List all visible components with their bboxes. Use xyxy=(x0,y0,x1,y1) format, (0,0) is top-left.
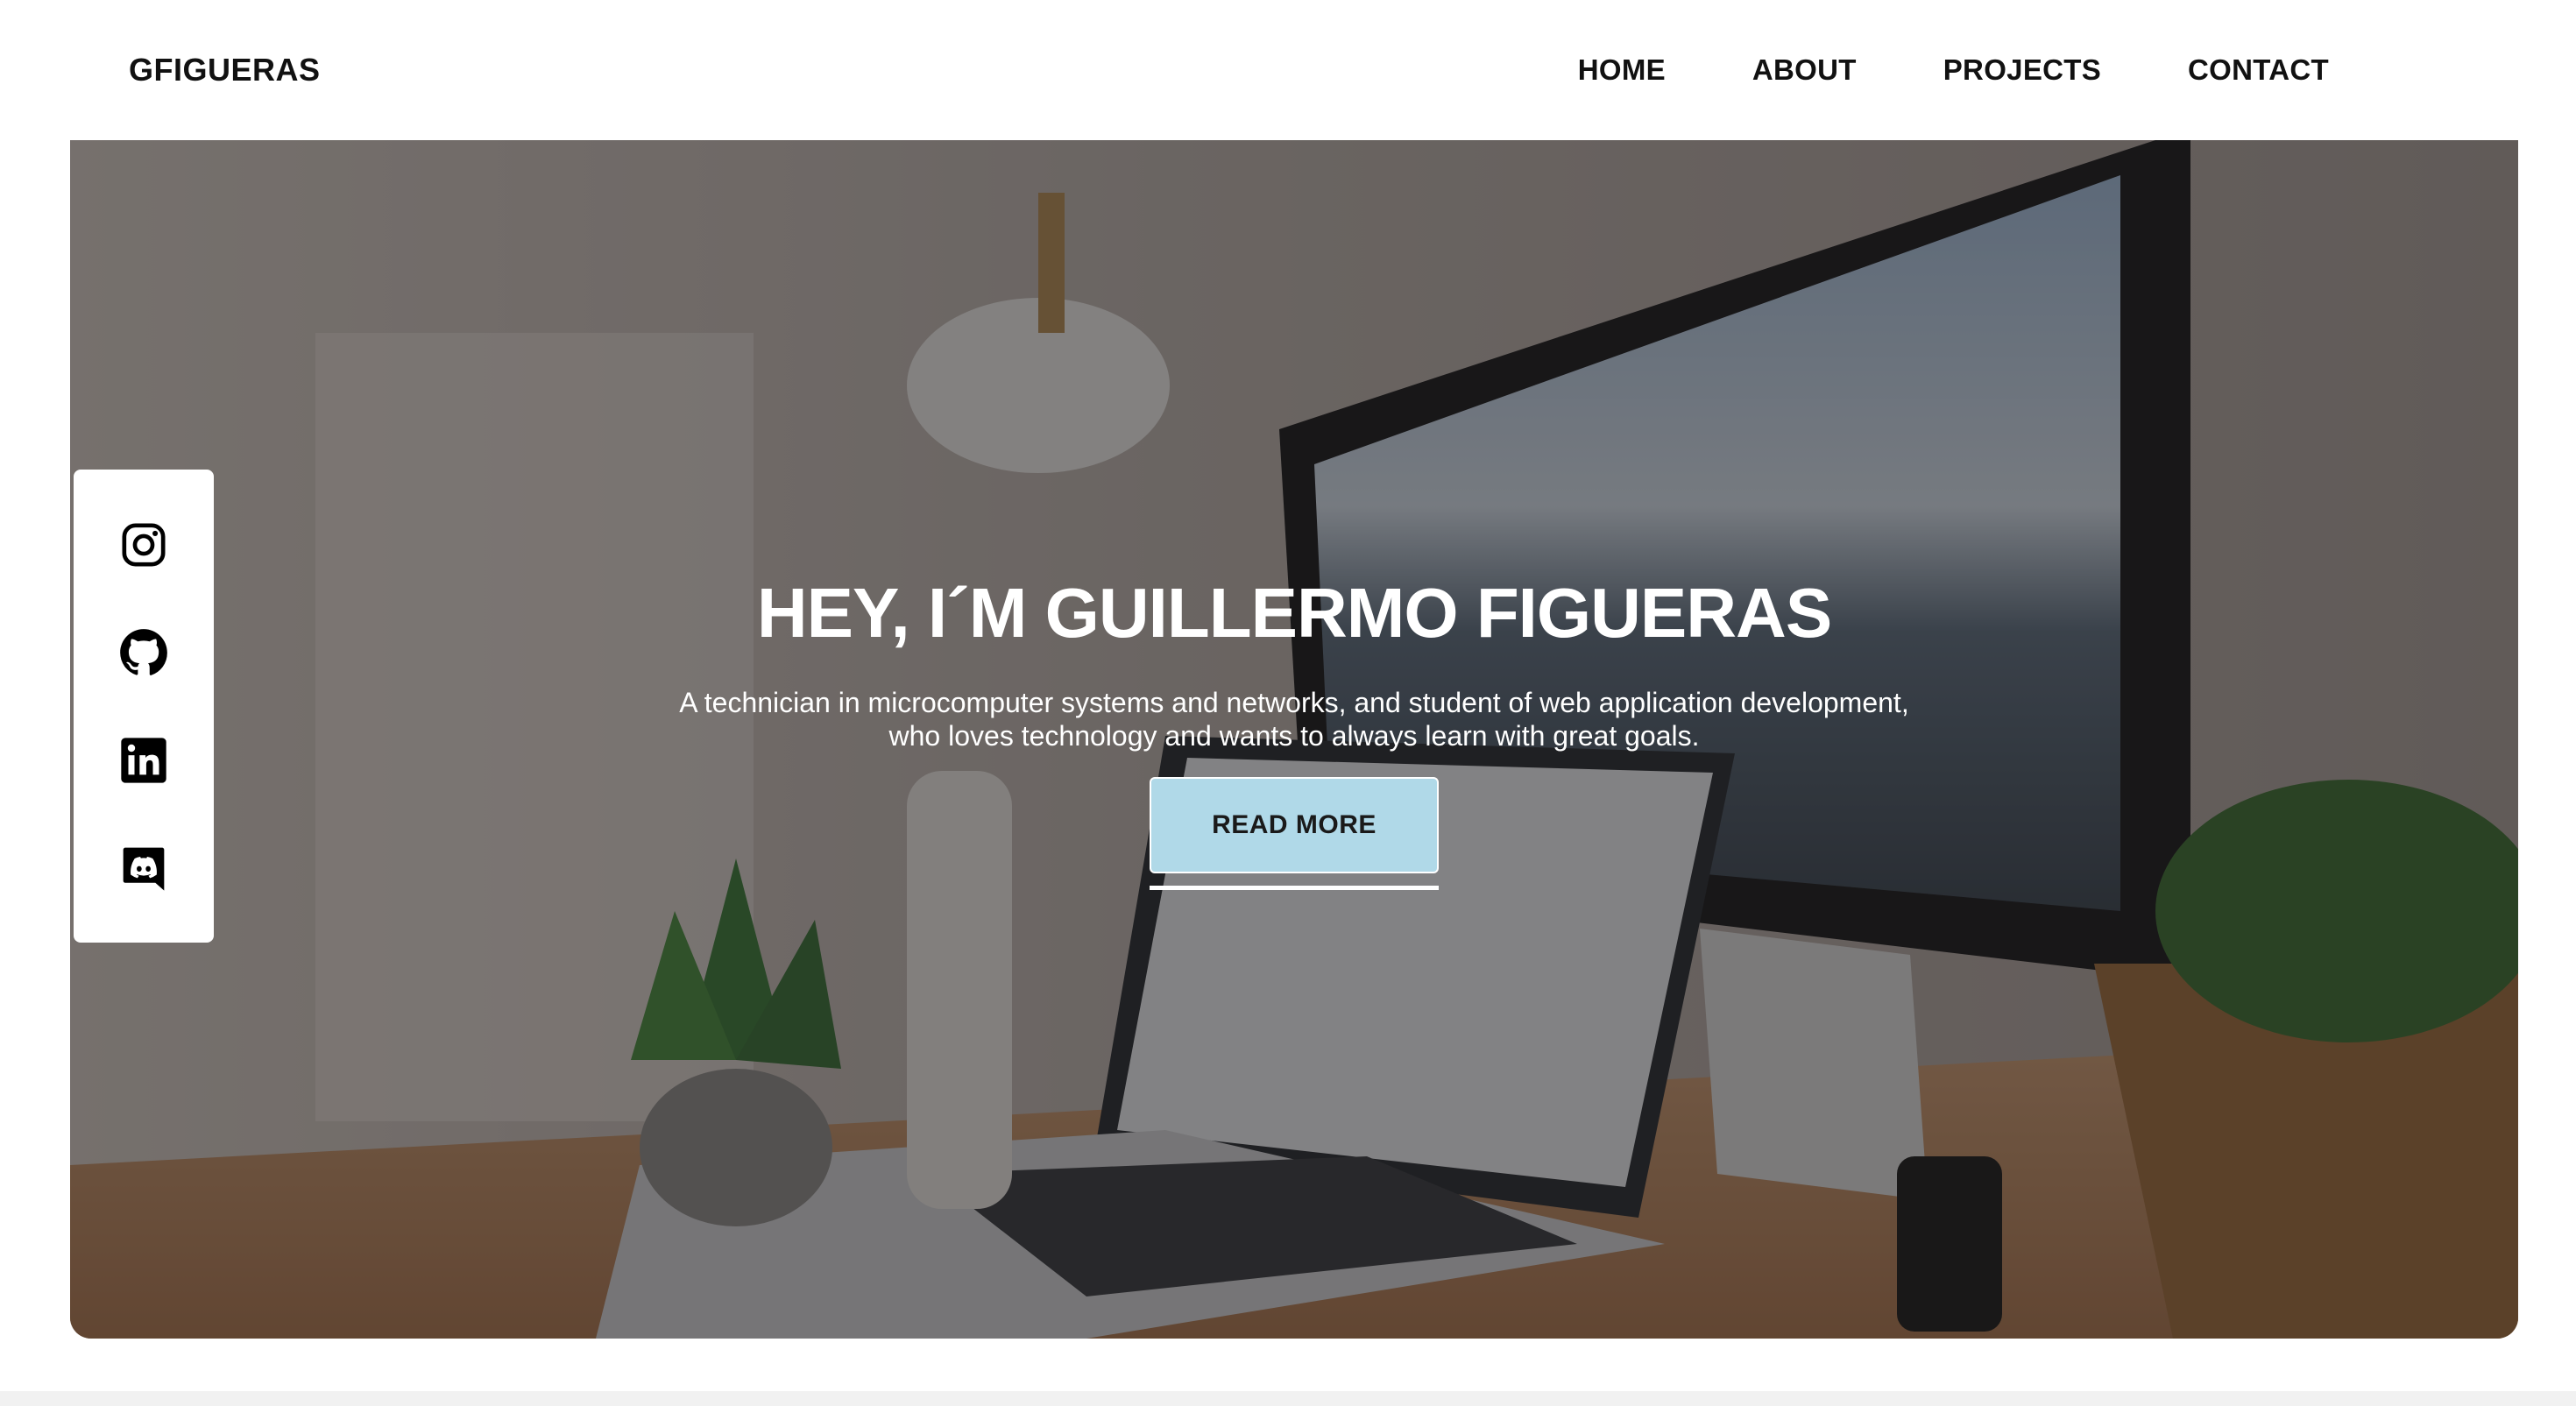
read-more-button[interactable]: READ MORE xyxy=(1150,777,1439,873)
github-icon xyxy=(120,628,167,675)
hero-subtitle-line-1: A technician in microcomputer systems an… xyxy=(679,687,1909,718)
hero-subtitle: A technician in microcomputer systems an… xyxy=(637,686,1951,752)
read-more-underline xyxy=(1150,886,1439,890)
page-bottom-edge xyxy=(0,1391,2576,1406)
brand-logo[interactable]: GFIGUERAS xyxy=(129,49,321,91)
hero-subtitle-line-2: who loves technology and wants to always… xyxy=(888,720,1700,752)
hero-content: HEY, I´M GUILLERMO FIGUERAS A technician… xyxy=(70,565,2518,890)
instagram-icon xyxy=(122,523,166,566)
discord-icon xyxy=(123,847,165,891)
discord-link[interactable] xyxy=(117,841,171,895)
linkedin-link[interactable] xyxy=(117,733,171,788)
linkedin-icon xyxy=(121,737,166,783)
hero-title: HEY, I´M GUILLERMO FIGUERAS xyxy=(756,574,1832,652)
nav-projects-link[interactable]: PROJECTS xyxy=(1943,49,2101,91)
nav-contact-link[interactable]: CONTACT xyxy=(2188,49,2329,91)
social-links-sidebar xyxy=(74,470,214,943)
hero-section: HEY, I´M GUILLERMO FIGUERAS A technician… xyxy=(70,140,2518,1339)
main-nav: HOME ABOUT PROJECTS CONTACT xyxy=(1578,49,2329,91)
nav-about-link[interactable]: ABOUT xyxy=(1752,49,1857,91)
nav-home-link[interactable]: HOME xyxy=(1578,49,1666,91)
top-navbar: GFIGUERAS HOME ABOUT PROJECTS CONTACT xyxy=(0,0,2576,140)
instagram-link[interactable] xyxy=(117,518,171,572)
github-link[interactable] xyxy=(117,625,171,680)
